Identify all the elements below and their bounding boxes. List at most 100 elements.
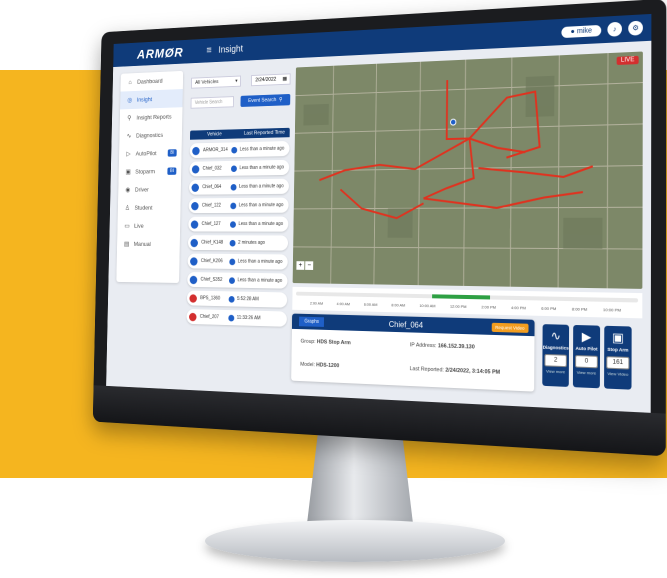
view-more-link[interactable]: View more <box>546 368 565 374</box>
sidebar-item-label: Insight <box>137 96 152 103</box>
table-row[interactable]: Chief_127 Less than a minute ago <box>188 217 288 232</box>
sidebar-item-driver[interactable]: ◉ Driver <box>118 180 181 199</box>
vehicle-location-marker[interactable] <box>450 119 456 125</box>
bell-icon[interactable]: ♪ <box>607 22 622 37</box>
sidebar-item-insight-reports[interactable]: ⚲ Insight Reports <box>120 107 183 127</box>
model-label: Model: <box>300 362 315 368</box>
vehicle-status-dot <box>189 294 197 303</box>
vehicle-name: Chief_064 <box>202 184 230 190</box>
vehicle-select[interactable]: All Vehicles ▾ <box>191 76 241 89</box>
monitor-stand-base <box>205 520 505 562</box>
table-row[interactable]: ARMOR_314 Less than a minute ago <box>190 141 290 158</box>
map-satellite <box>293 52 643 289</box>
column-header-last-reported[interactable]: Last Reported Time <box>239 130 290 137</box>
vehicle-table-header: Vehicle Last Reported Time <box>190 128 290 140</box>
zoom-out-button[interactable]: − <box>305 261 313 270</box>
sidebar-item-label: Insight Reports <box>136 113 171 120</box>
event-search-label: Event Search <box>248 97 276 104</box>
sidebar-item-diagnostics[interactable]: ∿ Diagnostics <box>119 125 182 145</box>
gear-icon[interactable]: ⚙ <box>628 21 643 36</box>
vehicle-name: Chief_K148 <box>201 240 230 246</box>
sidebar-item-manual[interactable]: ▤ Manual <box>117 235 180 254</box>
stat-value: 2 <box>544 354 566 367</box>
column-header-vehicle[interactable]: Vehicle <box>190 131 239 138</box>
table-row[interactable]: BPS_1360 5:52:28 AM <box>187 291 287 308</box>
stat-value: 161 <box>606 356 629 369</box>
stat-label: Auto Pilot <box>576 346 598 352</box>
timeline-label: 2:00 AM <box>310 301 323 306</box>
timeline-label: 12:00 PM <box>450 304 467 309</box>
vehicle-name: Chief_032 <box>203 166 231 172</box>
clock-icon <box>229 258 235 265</box>
last-reported-time: 11:33:26 AM <box>237 315 261 321</box>
group-label: Group: <box>301 339 316 345</box>
vehicle-search-placeholder: Vehicle Search <box>195 99 223 106</box>
last-reported-time: Less than a minute ago <box>239 202 284 208</box>
sidebar-item-insight[interactable]: ◎ Insight <box>120 89 183 109</box>
event-search-button[interactable]: Event Search ⚲ <box>240 94 290 107</box>
table-row[interactable]: Chief_K206 Less than a minute ago <box>188 254 288 270</box>
stat-card-autopilot[interactable]: ▶ Auto Pilot 0 View more <box>573 325 600 388</box>
search-icon: ⚲ <box>126 114 132 121</box>
hamburger-menu-icon[interactable]: ≡ <box>206 45 212 56</box>
stat-card-stoparm[interactable]: ▣ Stop Arm 161 View Video <box>604 326 632 390</box>
sidebar-item-label: Student <box>134 205 152 211</box>
vehicle-name: ARMOR_314 <box>203 147 231 153</box>
last-reported-time: Less than a minute ago <box>239 183 284 189</box>
vehicle-status-dot <box>190 238 198 246</box>
user-icon: ● <box>571 28 575 35</box>
date-value: 2/24/2022 <box>255 77 276 83</box>
clock-icon <box>231 165 237 172</box>
view-video-link[interactable]: View Video <box>607 371 628 377</box>
details-title: Chief_064 <box>324 318 491 332</box>
vehicle-status-dot <box>189 312 197 321</box>
table-row[interactable]: Chief_S352 Less than a minute ago <box>187 272 287 289</box>
play-icon: ▷ <box>125 150 131 157</box>
vehicle-name: Chief_127 <box>202 221 231 227</box>
video-icon: ▭ <box>124 222 130 229</box>
user-menu[interactable]: ● mike <box>561 24 601 37</box>
map-zoom-controls: + − <box>296 261 313 270</box>
view-more-link[interactable]: View more <box>577 370 597 376</box>
sidebar-badge: BI <box>168 167 177 174</box>
timeline-selected-range[interactable] <box>432 294 490 299</box>
timeline-bar[interactable]: 2:00 AM 4:00 AM 6:00 AM 8:00 AM 10:00 AM 12:0… <box>292 287 642 319</box>
sidebar-item-label: Manual <box>134 241 151 247</box>
monitor-stand-neck <box>300 432 420 532</box>
map-view[interactable]: LIVE + − <box>293 52 643 289</box>
chevron-down-icon: ▾ <box>235 78 237 84</box>
search-icon: ⚲ <box>279 97 283 103</box>
zoom-in-button[interactable]: + <box>296 261 304 270</box>
table-row[interactable]: Chief_K148 2 minutes ago <box>188 235 288 250</box>
armor-logo[interactable]: ARMØR <box>137 45 184 62</box>
clock-icon <box>229 296 235 303</box>
vehicle-name: Chief_K206 <box>201 258 230 264</box>
sidebar-item-student[interactable]: ♙ Student <box>118 198 181 216</box>
vehicle-status-dot <box>192 165 200 173</box>
last-reported-time: Less than a minute ago <box>238 221 283 227</box>
calendar-icon: ▦ <box>283 76 288 82</box>
tab-graphs[interactable]: Graphs <box>299 317 324 327</box>
stat-label: Diagnostics <box>543 345 569 351</box>
stat-card-diagnostics[interactable]: ∿ Diagnostics 2 View more <box>542 324 569 387</box>
table-row[interactable]: Chief_207 11:33:26 AM <box>186 309 286 327</box>
pulse-icon: ∿ <box>551 328 561 343</box>
book-icon: ▤ <box>123 240 129 247</box>
table-row[interactable]: Chief_122 Less than a minute ago <box>189 198 289 214</box>
vehicle-search-input[interactable]: Vehicle Search <box>191 96 234 109</box>
app-screen: ARMØR ≡ Insight ● mike ♪ ⚙ ⌂ Dashboard ◎ I… <box>106 14 651 413</box>
sidebar-item-live[interactable]: ▭ Live <box>117 217 180 235</box>
request-video-button[interactable]: Request Video <box>491 322 528 332</box>
home-icon: ⌂ <box>127 79 133 86</box>
last-reported-time: Less than a minute ago <box>239 165 284 171</box>
timeline-label: 8:00 AM <box>391 302 405 307</box>
sidebar-item-label: Diagnostics <box>136 132 163 139</box>
ip-field: IP Address: 166.152.39.130 <box>410 342 475 350</box>
sidebar-item-autopilot[interactable]: ▷ AutoPilot BI <box>119 144 182 163</box>
date-picker[interactable]: 2/24/2022 ▦ <box>251 73 291 86</box>
table-row[interactable]: Chief_064 Less than a minute ago <box>189 179 289 195</box>
section-title: Insight <box>218 44 243 55</box>
table-row[interactable]: Chief_032 Less than a minute ago <box>189 160 289 177</box>
clock-icon <box>231 146 237 153</box>
sidebar-item-stoparm[interactable]: ▣ Stoparm BI <box>119 162 182 181</box>
